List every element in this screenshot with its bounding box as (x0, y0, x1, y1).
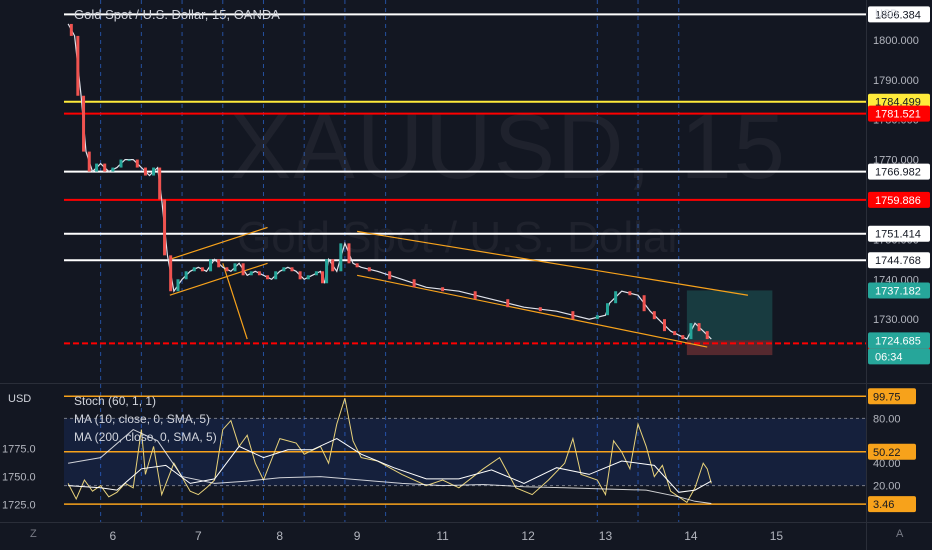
candle (184, 271, 188, 280)
usd-tick-label: 1750.0 (2, 472, 36, 484)
candle (111, 167, 115, 172)
candle (673, 331, 677, 336)
y-tick-label: 1800.000 (873, 35, 919, 47)
countdown-label: 06:34 (875, 351, 903, 363)
y-tick-label: 1790.000 (873, 75, 919, 87)
stoch-level-tag-label: 99.75 (873, 391, 901, 403)
candle (176, 279, 180, 292)
candle (388, 271, 392, 280)
candle (652, 311, 656, 320)
x-tick-label: 11 (436, 529, 449, 543)
candle (152, 167, 156, 176)
candle (605, 303, 609, 316)
candle (169, 255, 173, 292)
x-tick-label: 9 (354, 529, 361, 543)
candle (249, 271, 253, 276)
candle (367, 267, 371, 272)
stoch-tick-label: 40.00 (873, 458, 901, 470)
name-watermark: Gold Spot / U.S. Dollar (237, 213, 683, 262)
price-level-tag-label: 1759.886 (875, 195, 921, 207)
candle (119, 159, 123, 168)
candle (217, 259, 221, 268)
x-tick-label: 6 (110, 529, 117, 543)
candle (82, 95, 86, 152)
chart-canvas[interactable]: 678911121314151730.0001740.0001750.00017… (0, 0, 932, 550)
ma200-legend[interactable]: MA (200, close, 0, SMA, 5) (74, 430, 217, 444)
chart-title[interactable]: Gold Spot / U.S. Dollar, 15, OANDA (74, 7, 280, 22)
candle (103, 163, 107, 172)
candle (441, 287, 445, 292)
target-zone (686, 290, 773, 341)
candle (412, 279, 416, 288)
auto-scale-corner-label[interactable]: A (896, 528, 903, 540)
candle (705, 331, 709, 340)
candle (355, 263, 359, 268)
usd-tick-label: 1725.0 (2, 500, 36, 512)
candle (282, 267, 286, 272)
x-tick-label: 7 (195, 529, 202, 543)
current-price-tag-label: 1737.182 (875, 286, 921, 298)
candle (314, 271, 318, 276)
candle (200, 267, 204, 272)
candle (158, 167, 162, 200)
sub-currency-label: USD (8, 393, 32, 405)
candle (143, 167, 147, 176)
stoch-legend[interactable]: Stoch (60, 1, 1) (74, 394, 156, 408)
candle (595, 315, 599, 320)
candle (306, 275, 310, 280)
candle (192, 267, 196, 272)
candle (127, 159, 131, 162)
price-level-tag-label: 1744.768 (875, 255, 921, 267)
ma10-legend[interactable]: MA (10, close, 0, SMA, 5) (74, 412, 210, 426)
candle (290, 267, 294, 272)
zoom-corner-label[interactable]: Z (30, 528, 37, 540)
price-level-tag-label: 1781.521 (875, 109, 921, 121)
candle (209, 259, 213, 272)
candle (76, 35, 80, 96)
usd-tick-label: 1775.0 (2, 444, 36, 456)
price-level-tag-label: 1751.414 (875, 229, 921, 241)
candle (135, 159, 139, 168)
candle (473, 291, 477, 300)
candle (681, 335, 685, 340)
candle (689, 323, 693, 340)
candle (87, 151, 91, 172)
candle (571, 311, 575, 320)
price-currency-label: USD (875, 8, 899, 20)
candle (662, 319, 666, 332)
stoch-level-tag-label: 50.22 (873, 447, 901, 459)
x-tick-label: 14 (684, 529, 698, 543)
candle (241, 263, 245, 276)
candle (538, 307, 542, 312)
candle (69, 23, 73, 36)
current-price-tag-label: 1724.685 (875, 335, 921, 347)
price-level-tag-label: 1766.982 (875, 167, 921, 179)
candle (298, 271, 302, 280)
candle (697, 323, 701, 332)
x-tick-label: 8 (276, 529, 283, 543)
candle (233, 263, 237, 272)
candle (321, 271, 325, 284)
stoch-level-tag-label: 3.46 (873, 499, 894, 511)
candle (614, 291, 618, 304)
candle (95, 163, 99, 172)
symbol-watermark: XAUUSD, 15 (230, 96, 787, 198)
candle (628, 291, 632, 296)
candle (642, 295, 646, 312)
x-tick-label: 13 (599, 529, 613, 543)
x-tick-label: 12 (521, 529, 535, 543)
stoch-tick-label: 20.00 (873, 481, 901, 493)
stoch-tick-label: 80.00 (873, 413, 901, 425)
candle (225, 267, 229, 272)
candle (506, 299, 510, 308)
x-tick-label: 15 (770, 529, 784, 543)
candle (163, 199, 167, 256)
y-tick-label: 1730.000 (873, 314, 919, 326)
candle (274, 271, 278, 280)
candle (257, 271, 261, 276)
candle (266, 275, 270, 280)
